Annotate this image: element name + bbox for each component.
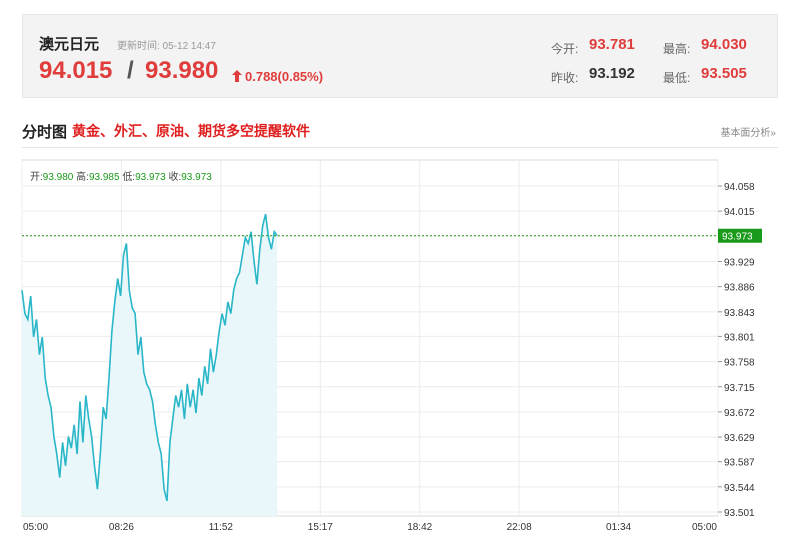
up-arrow-icon xyxy=(232,70,242,82)
x-axis: 05:00 08:26 11:52 15:17 18:42 22:08 01:34 05:00 xyxy=(23,522,717,533)
ohlc-open-label: 开: xyxy=(30,172,43,183)
x-tick-label: 05:00 xyxy=(23,522,48,533)
open-value: 93.781 xyxy=(589,36,635,53)
update-time: 更新时间: 05-12 14:47 xyxy=(117,41,216,52)
current-price-badge: 93.973 xyxy=(718,228,762,243)
current-price-label: 93.973 xyxy=(722,232,753,243)
ohlc-high: 93.985 xyxy=(88,172,120,183)
x-tick-label: 11:52 xyxy=(209,522,234,533)
high-label: 最高: xyxy=(663,42,691,56)
y-tick-label: 93.629 xyxy=(724,433,755,444)
x-tick-label: 15:17 xyxy=(308,522,333,533)
ohlc-open: 93.980 xyxy=(42,172,74,183)
y-tick-label: 93.886 xyxy=(724,283,755,294)
ask-price: 94.015 xyxy=(39,57,113,84)
x-tick-label: 01:34 xyxy=(606,522,631,533)
x-tick-label: 18:42 xyxy=(407,522,432,533)
open-label: 今开: xyxy=(551,42,579,56)
low-value: 93.505 xyxy=(701,65,747,82)
y-tick-label: 94.015 xyxy=(724,207,755,218)
y-tick-label: 93.715 xyxy=(724,383,755,394)
chart-svg: 94.058 94.015 93.973 93.929 93.886 93.843 93.8… xyxy=(21,159,762,533)
x-tick-label: 05:00 xyxy=(692,522,717,533)
y-tick-label: 94.058 xyxy=(724,182,755,193)
y-tick-label: 93.758 xyxy=(724,358,755,369)
section-title: 分时图 xyxy=(22,124,68,141)
ohlc-close: 93.973 xyxy=(181,172,212,183)
y-tick-label: 93.501 xyxy=(724,508,755,519)
intraday-chart[interactable]: 94.058 94.015 93.973 93.929 93.886 93.843 93.8… xyxy=(0,150,800,555)
x-tick-label: 08:26 xyxy=(109,522,134,533)
divider xyxy=(22,147,778,148)
high-value: 94.030 xyxy=(701,36,747,53)
y-tick-label: 93.672 xyxy=(724,408,755,419)
y-tick-label: 93.801 xyxy=(724,332,755,343)
fundamental-analysis-link[interactable]: 基本面分析» xyxy=(720,124,776,139)
ohlc-close-label: 收: xyxy=(168,172,182,183)
ohlc-readout: 开:93.980 高:93.985 低:93.973 收:93.973 xyxy=(30,168,212,183)
y-tick-label: 93.587 xyxy=(724,458,755,469)
y-tick-label: 93.544 xyxy=(724,483,755,494)
ohlc-low: 93.973 xyxy=(135,172,166,183)
promo-link[interactable]: 黄金、外汇、原油、期货多空提醒软件 xyxy=(72,121,310,141)
bid-price: 93.980 xyxy=(145,57,219,84)
prev-close-label: 昨收: xyxy=(551,71,579,85)
price-change: 0.788(0.85%) xyxy=(245,69,324,84)
y-tick-label: 93.843 xyxy=(724,308,755,319)
ohlc-low-label: 低: xyxy=(122,172,136,183)
instrument-name: 澳元日元 xyxy=(39,36,100,53)
quote-panel: 澳元日元 更新时间: 05-12 14:47 94.015 / 93.980 0… xyxy=(22,14,778,98)
price-separator: / xyxy=(127,57,134,84)
low-label: 最低: xyxy=(663,71,691,85)
x-tick-label: 22:08 xyxy=(507,522,532,533)
ohlc-high-label: 高: xyxy=(76,172,89,183)
y-tick-label: 93.929 xyxy=(724,258,755,269)
prev-close-value: 93.192 xyxy=(589,65,635,82)
